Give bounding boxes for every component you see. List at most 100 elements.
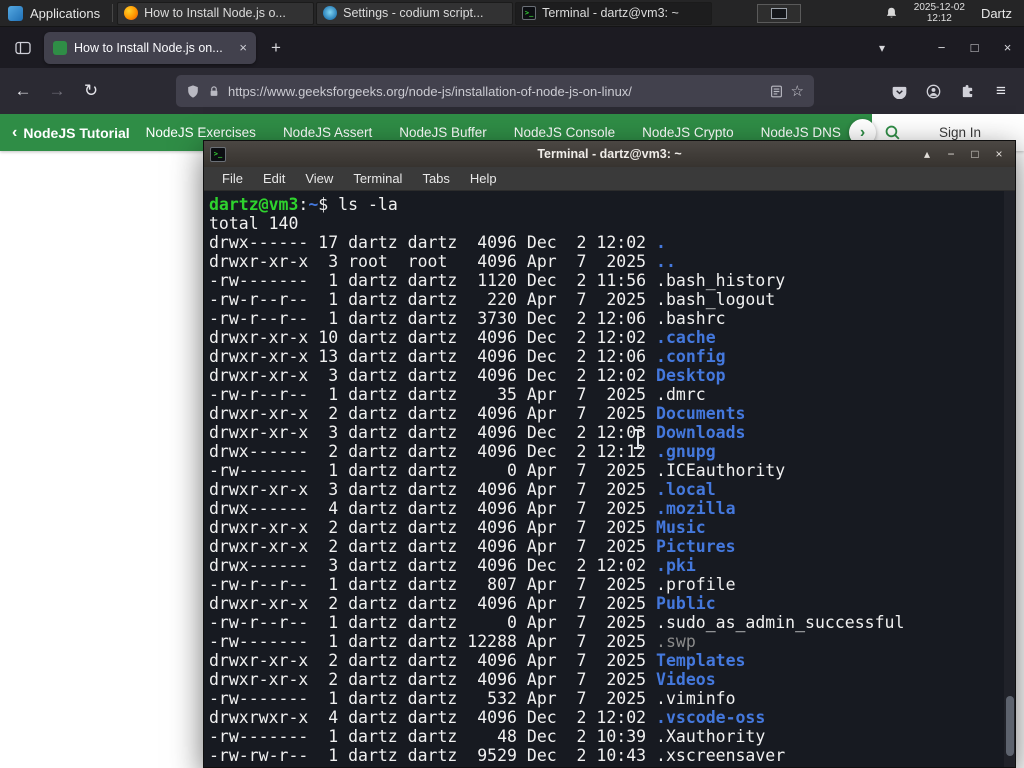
terminal-output-line: drwxr-xr-x 10 dartz dartz 4096 Dec 2 12:… <box>209 328 1015 347</box>
file-name: .cache <box>656 328 716 347</box>
file-name: .pki <box>656 556 696 575</box>
applications-label: Applications <box>30 5 101 21</box>
reload-button[interactable]: ↻ <box>74 75 108 107</box>
nav-back-link[interactable]: ‹ NodeJS Tutorial <box>0 124 146 142</box>
file-meta: -rw-r--r-- 1 dartz dartz 35 Apr 7 2025 <box>209 385 657 404</box>
url-bar[interactable]: https://www.geeksforgeeks.org/node-js/in… <box>176 75 814 107</box>
terminal-close-button[interactable]: × <box>989 144 1009 164</box>
terminal-minimize-button[interactable]: − <box>941 144 961 164</box>
search-icon[interactable] <box>884 124 901 141</box>
pocket-icon[interactable] <box>882 75 916 107</box>
terminal-output-line: drwxr-xr-x 3 dartz dartz 4096 Apr 7 2025… <box>209 480 1015 499</box>
menu-edit[interactable]: Edit <box>253 171 295 186</box>
terminal-title: Terminal - dartz@vm3: ~ <box>537 147 682 161</box>
file-name: .mozilla <box>656 499 736 518</box>
menu-file[interactable]: File <box>212 171 253 186</box>
file-meta: drwxr-xr-x 2 dartz dartz 4096 Apr 7 2025 <box>209 404 657 423</box>
terminal-prompt-line: dartz@vm3:~$ ls -la <box>209 195 1015 214</box>
workspace-pane-icon <box>770 7 787 19</box>
file-name: .vscode-oss <box>656 708 766 727</box>
browser-tab[interactable]: How to Install Node.js on... × <box>44 31 256 64</box>
rollup-button[interactable]: ▴ <box>917 144 937 164</box>
terminal-output[interactable]: dartz@vm3:~$ ls -la total 140 drwx------… <box>204 191 1015 767</box>
menu-terminal[interactable]: Terminal <box>343 171 412 186</box>
account-icon[interactable] <box>916 75 950 107</box>
browser-tab-bar: How to Install Node.js on... × + ▾ − □ × <box>0 27 1024 68</box>
chevron-left-icon: ‹ <box>12 123 18 141</box>
file-name: .profile <box>656 575 736 594</box>
file-name: .config <box>656 347 726 366</box>
nav-item-console[interactable]: NodeJS Console <box>514 125 615 140</box>
taskbar: Applications How to Install Node.js o...… <box>0 0 1024 27</box>
terminal-output-line: drwx------ 17 dartz dartz 4096 Dec 2 12:… <box>209 233 1015 252</box>
lock-icon[interactable] <box>208 84 220 98</box>
geeksforgeeks-favicon <box>53 40 67 55</box>
terminal-maximize-button[interactable]: □ <box>965 144 985 164</box>
nav-item-buffer[interactable]: NodeJS Buffer <box>399 125 487 140</box>
terminal-icon: >_ <box>522 6 537 20</box>
forward-button[interactable]: → <box>40 75 74 107</box>
nav-item-crypto[interactable]: NodeJS Crypto <box>642 125 734 140</box>
file-name: .viminfo <box>656 689 736 708</box>
shield-icon[interactable] <box>186 84 200 99</box>
list-all-tabs-icon[interactable]: ▾ <box>867 41 897 55</box>
terminal-output-line: -rw-r--r-- 1 dartz dartz 3730 Dec 2 12:0… <box>209 309 1015 328</box>
nav-item-dns[interactable]: NodeJS DNS <box>761 125 841 140</box>
new-tab-button[interactable]: + <box>262 34 290 62</box>
terminal-output-line: -rw------- 1 dartz dartz 12288 Apr 7 202… <box>209 632 1015 651</box>
nav-item-assert[interactable]: NodeJS Assert <box>283 125 372 140</box>
menu-help[interactable]: Help <box>460 171 507 186</box>
close-button[interactable]: × <box>991 27 1024 68</box>
reader-view-icon[interactable] <box>770 85 783 98</box>
terminal-titlebar[interactable]: >_ Terminal - dartz@vm3: ~ ▴ − □ × <box>204 141 1015 167</box>
workspace-switcher[interactable] <box>756 3 801 23</box>
desktop: Applications How to Install Node.js o...… <box>0 0 1024 768</box>
nav-item-exercises[interactable]: NodeJS Exercises <box>146 125 256 140</box>
file-meta: drwxr-xr-x 13 dartz dartz 4096 Dec 2 12:… <box>209 347 657 366</box>
separator <box>112 4 114 22</box>
terminal-output-line: drwx------ 4 dartz dartz 4096 Apr 7 2025… <box>209 499 1015 518</box>
menu-view[interactable]: View <box>295 171 343 186</box>
terminal-output-line: drwxr-xr-x 2 dartz dartz 4096 Apr 7 2025… <box>209 651 1015 670</box>
taskbar-window-browser[interactable]: How to Install Node.js o... <box>117 1 315 25</box>
file-meta: drwxr-xr-x 2 dartz dartz 4096 Apr 7 2025 <box>209 518 657 537</box>
file-meta: -rw------- 1 dartz dartz 1120 Dec 2 11:5… <box>209 271 657 290</box>
url-text[interactable]: https://www.geeksforgeeks.org/node-js/in… <box>228 84 762 99</box>
extensions-icon[interactable] <box>950 75 984 107</box>
maximize-button[interactable]: □ <box>958 27 991 68</box>
taskbar-window-terminal[interactable]: >_ Terminal - dartz@vm3: ~ <box>515 1 713 25</box>
menu-icon[interactable]: ≡ <box>984 75 1018 107</box>
terminal-output-line: drwxr-xr-x 13 dartz dartz 4096 Dec 2 12:… <box>209 347 1015 366</box>
file-listing: drwx------ 17 dartz dartz 4096 Dec 2 12:… <box>209 233 1015 765</box>
firefox-view-button[interactable] <box>8 33 38 63</box>
terminal-output-line: -rw-r--r-- 1 dartz dartz 807 Apr 7 2025 … <box>209 575 1015 594</box>
scrollbar-thumb[interactable] <box>1006 696 1014 756</box>
terminal-output-line: drwxr-xr-x 2 dartz dartz 4096 Apr 7 2025… <box>209 404 1015 423</box>
terminal-output-line: drwxr-xr-x 2 dartz dartz 4096 Apr 7 2025… <box>209 670 1015 689</box>
bookmark-star-icon[interactable]: ☆ <box>791 82 804 100</box>
menu-tabs[interactable]: Tabs <box>412 171 459 186</box>
terminal-output-line: drwx------ 2 dartz dartz 4096 Dec 2 12:1… <box>209 442 1015 461</box>
file-name: Music <box>656 518 706 537</box>
taskbar-window-settings[interactable]: Settings - codium script... <box>316 1 514 25</box>
file-name: .local <box>656 480 716 499</box>
clock[interactable]: 2025-12-02 12:12 <box>914 2 965 24</box>
notifications-bell-icon[interactable] <box>885 6 898 20</box>
firefox-icon <box>124 6 139 20</box>
scrollbar[interactable] <box>1004 191 1015 767</box>
terminal-output-line: -rw------- 1 dartz dartz 0 Apr 7 2025 .I… <box>209 461 1015 480</box>
prompt-path: ~ <box>308 195 319 214</box>
sign-in-button[interactable]: Sign In <box>939 125 981 140</box>
back-button[interactable]: ← <box>6 75 40 107</box>
file-meta: -rw-r--r-- 1 dartz dartz 3730 Dec 2 12:0… <box>209 309 657 328</box>
user-menu[interactable]: Dartz <box>981 6 1012 21</box>
file-name: .Xauthority <box>656 727 766 746</box>
applications-menu[interactable]: Applications <box>0 0 112 26</box>
terminal-output-line: -rw-rw-r-- 1 dartz dartz 9529 Dec 2 10:4… <box>209 746 1015 765</box>
minimize-button[interactable]: − <box>925 27 958 68</box>
prompt-colon: : <box>298 195 309 214</box>
file-name: . <box>656 233 666 252</box>
file-name: Downloads <box>656 423 746 442</box>
file-name: .dmrc <box>656 385 706 404</box>
tab-close-icon[interactable]: × <box>239 40 247 55</box>
